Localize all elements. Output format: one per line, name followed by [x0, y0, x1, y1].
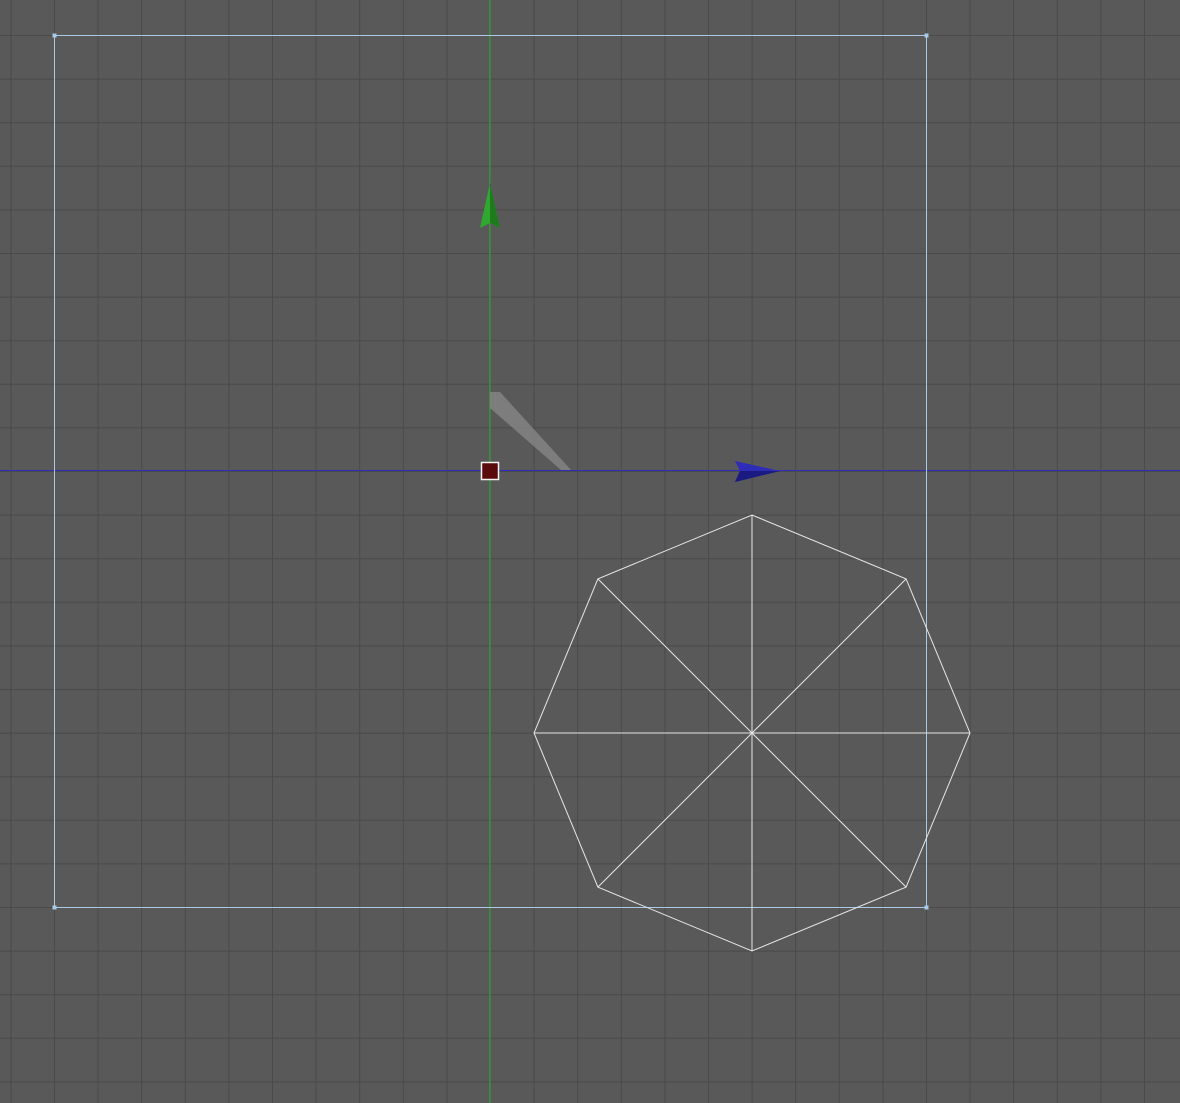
plane-handle[interactable]: [490, 392, 571, 470]
center-move-handle[interactable]: [480, 461, 500, 481]
octagon-wireframe[interactable]: [533, 514, 971, 952]
grid: [0, 0, 1180, 1103]
move-gizmo[interactable]: [480, 183, 780, 482]
right-arrow-shade: [735, 471, 780, 482]
viewport-canvas[interactable]: [0, 0, 1180, 1103]
scene-svg[interactable]: [0, 0, 1180, 1103]
selection-corner-handle[interactable]: [52, 33, 57, 38]
up-arrow-shade: [490, 183, 500, 228]
selection-corner-handle[interactable]: [52, 905, 57, 910]
selection-corner-handle[interactable]: [924, 905, 929, 910]
selection-corner-handle[interactable]: [924, 33, 929, 38]
